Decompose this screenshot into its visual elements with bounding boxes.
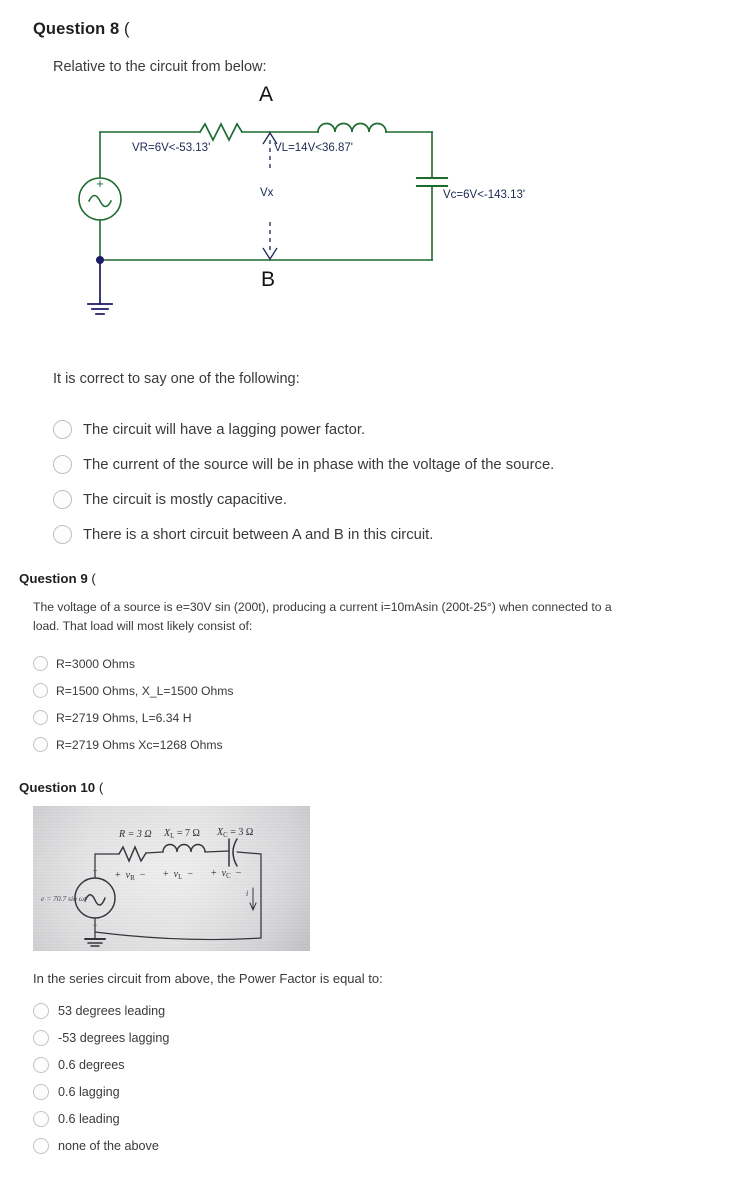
question-9-heading-text: Question 9 [19, 571, 88, 586]
question-8-prompt: Relative to the circuit from below: [53, 59, 267, 75]
circuit-label-vx: Vx [260, 187, 274, 199]
question-9-options: R=3000 Ohms R=1500 Ohms, X_L=1500 Ohms R… [33, 650, 633, 758]
option-label: 0.6 leading [58, 1111, 120, 1126]
option-row[interactable]: R=2719 Ohms, L=6.34 H [33, 704, 633, 731]
option-label: 0.6 degrees [58, 1057, 125, 1072]
question-10-heading-paren: ( [98, 780, 104, 795]
ac-source-plus-sign: + [96, 176, 104, 191]
option-label: -53 degrees lagging [58, 1030, 170, 1045]
option-row[interactable]: none of the above [33, 1132, 633, 1159]
option-label: The circuit will have a lagging power fa… [83, 421, 366, 438]
option-row[interactable]: The current of the source will be in pha… [53, 447, 713, 482]
circuit-label-vr: VR=6V<-53.13' [132, 142, 211, 154]
radio-button-icon[interactable] [33, 737, 48, 752]
photo-grain-overlay [33, 806, 310, 951]
option-row[interactable]: R=2719 Ohms Xc=1268 Ohms [33, 731, 633, 758]
option-row[interactable]: 53 degrees leading [33, 997, 633, 1024]
inductor-symbol [317, 122, 387, 133]
option-row[interactable]: There is a short circuit between A and B… [53, 517, 713, 552]
option-label: There is a short circuit between A and B… [83, 526, 434, 543]
question-10-circuit-photo: R = 3 Ω XL = 7 Ω XC = 3 Ω +vR− +vL− +vC−… [33, 806, 310, 951]
circuit-label-vc: Vc=6V<-143.13' [443, 189, 526, 201]
question-8-options: The circuit will have a lagging power fa… [53, 412, 713, 552]
question-9-heading: Question 9 ( [19, 571, 96, 586]
radio-button-icon[interactable] [33, 1137, 49, 1154]
option-row[interactable]: 0.6 lagging [33, 1078, 633, 1105]
option-label: 0.6 lagging [58, 1084, 120, 1099]
radio-button-icon[interactable] [33, 1110, 49, 1127]
question-8-heading-text: Question 8 [33, 20, 120, 38]
radio-button-icon[interactable] [33, 683, 48, 698]
option-row[interactable]: 0.6 degrees [33, 1051, 633, 1078]
option-label: R=2719 Ohms, L=6.34 H [56, 710, 192, 725]
question-8-heading: Question 8 ( [33, 20, 130, 39]
radio-button-icon[interactable] [33, 656, 48, 671]
radio-button-icon[interactable] [53, 525, 72, 544]
question-10-options: 53 degrees leading -53 degrees lagging 0… [33, 997, 633, 1159]
option-row[interactable]: R=1500 Ohms, X_L=1500 Ohms [33, 677, 633, 704]
option-label: none of the above [58, 1138, 159, 1153]
question-9-heading-paren: ( [91, 571, 96, 586]
radio-button-icon[interactable] [33, 1083, 49, 1100]
ac-source-sine [87, 194, 113, 208]
option-label: 53 degrees leading [58, 1003, 166, 1018]
radio-button-icon[interactable] [33, 710, 48, 725]
ground-node-dot [96, 256, 104, 264]
radio-button-icon[interactable] [53, 455, 72, 474]
circuit-label-vl: VL=14V<36.87' [274, 142, 353, 154]
option-row[interactable]: R=3000 Ohms [33, 650, 633, 677]
question-8-circuit-diagram: A B VR=6V<-53.13' VL=14V<36.87' Vc=6V<-1… [60, 82, 660, 322]
circuit-svg: + [78, 122, 449, 315]
question-10-prompt: In the series circuit from above, the Po… [33, 971, 383, 986]
circuit-node-label-a: A [259, 83, 274, 106]
question-10-heading-text: Question 10 [19, 780, 96, 795]
option-label: R=2719 Ohms Xc=1268 Ohms [56, 737, 223, 752]
question-9-body: The voltage of a source is e=30V sin (20… [33, 600, 612, 633]
option-label: R=3000 Ohms [56, 656, 135, 671]
radio-button-icon[interactable] [33, 1002, 49, 1019]
question-8-heading-paren: ( [123, 20, 130, 38]
option-label: The circuit is mostly capacitive. [83, 491, 287, 508]
circuit-node-label-b: B [261, 268, 276, 291]
radio-button-icon[interactable] [53, 490, 72, 509]
radio-button-icon[interactable] [33, 1056, 49, 1073]
resistor-symbol [198, 122, 244, 142]
question-8-subprompt: It is correct to say one of the followin… [53, 371, 300, 387]
option-label: The current of the source will be in pha… [83, 456, 555, 473]
option-row[interactable]: -53 degrees lagging [33, 1024, 633, 1051]
question-10-heading: Question 10 ( [19, 780, 103, 795]
option-row[interactable]: The circuit is mostly capacitive. [53, 482, 713, 517]
option-label: R=1500 Ohms, X_L=1500 Ohms [56, 683, 234, 698]
radio-button-icon[interactable] [53, 420, 72, 439]
option-row[interactable]: The circuit will have a lagging power fa… [53, 412, 713, 447]
radio-button-icon[interactable] [33, 1029, 49, 1046]
option-row[interactable]: 0.6 leading [33, 1105, 633, 1132]
